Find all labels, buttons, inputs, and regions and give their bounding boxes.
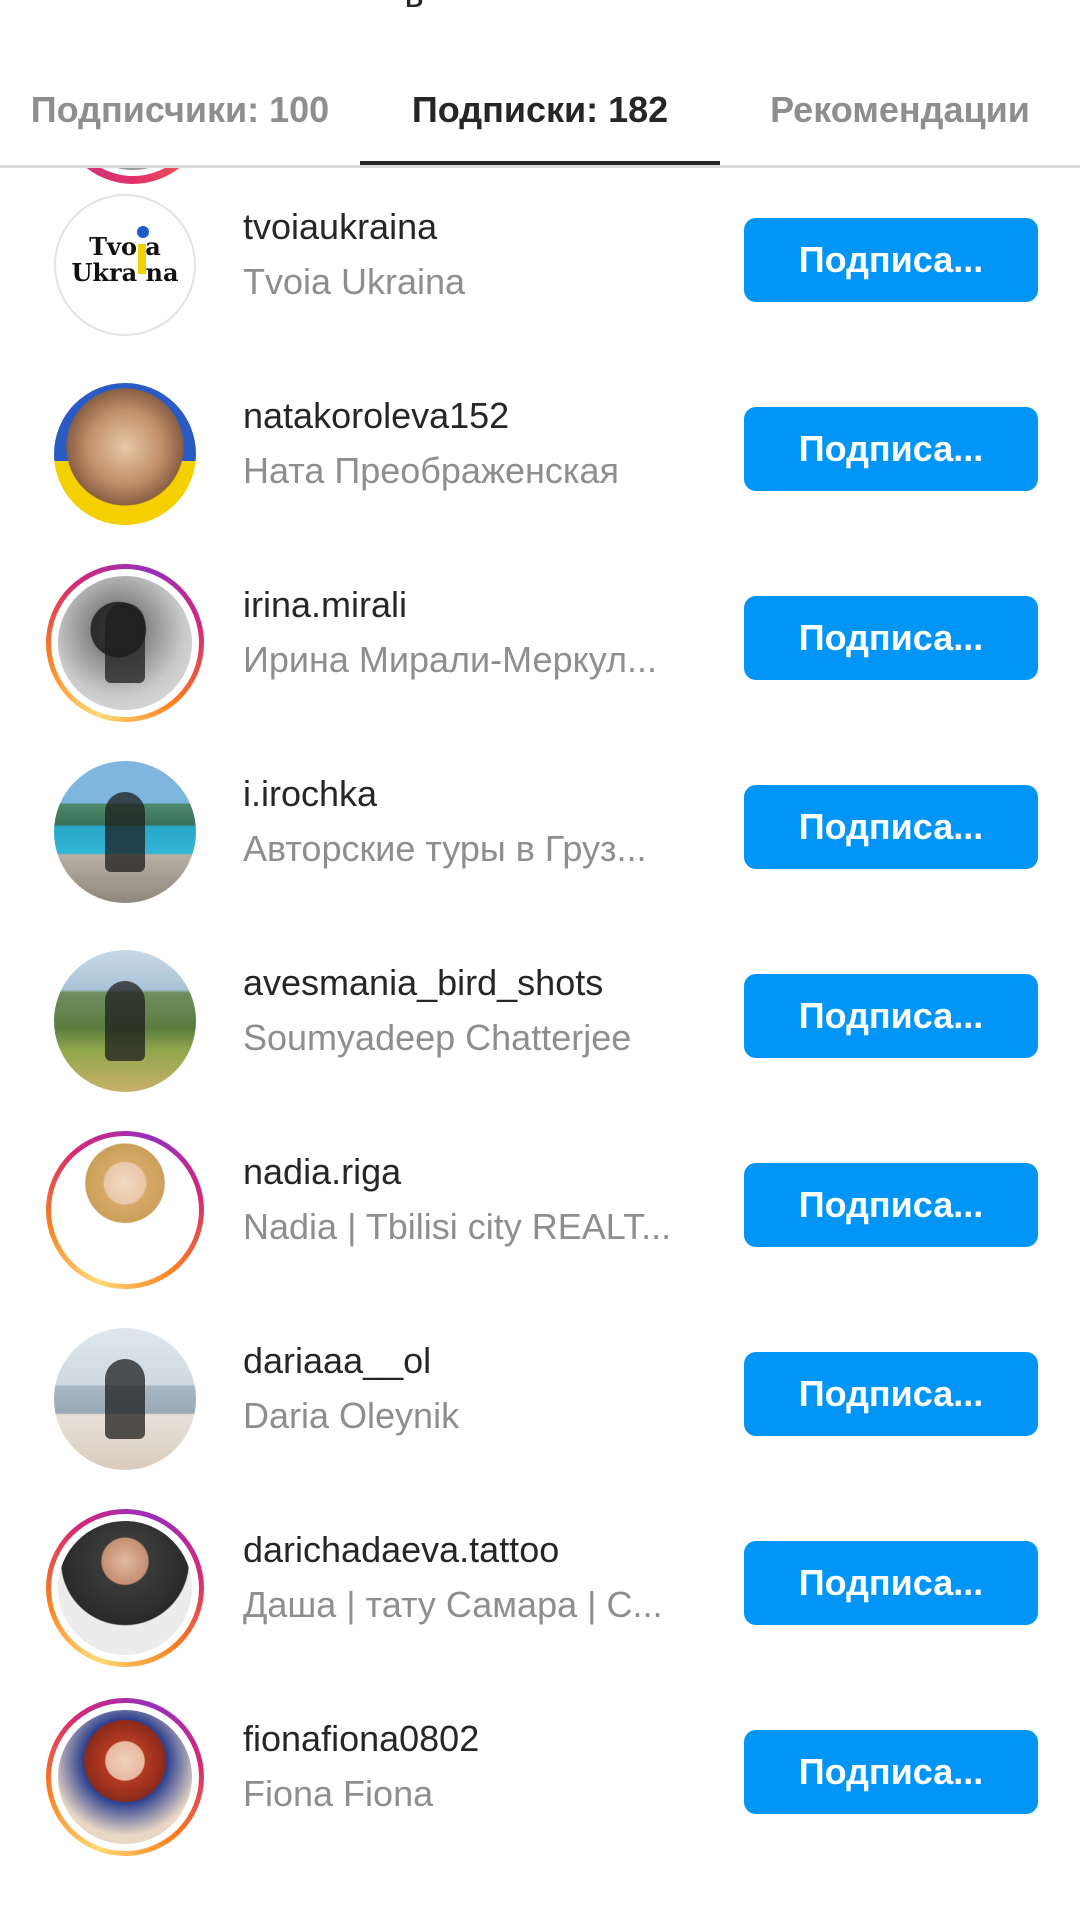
following-button[interactable]: Подписа... (744, 596, 1038, 680)
username[interactable]: tvoiaukraina (243, 206, 437, 248)
username[interactable]: dariaaa__ol (243, 1340, 431, 1382)
profile-picture (54, 761, 196, 903)
profile-picture (58, 1143, 192, 1277)
following-button[interactable]: Подписа... (744, 1352, 1038, 1436)
profile-picture (58, 576, 192, 710)
profile-picture (54, 383, 196, 525)
full-name: Даша | тату Самара | С... (243, 1584, 663, 1625)
avatar-story-ring[interactable] (46, 1509, 204, 1667)
full-name: Nadia | Tbilisi city REALT... (243, 1206, 672, 1247)
username[interactable]: irina.mirali (243, 584, 407, 626)
following-button[interactable]: Подписа... (744, 407, 1038, 491)
following-button[interactable]: Подписа... (744, 974, 1038, 1058)
tab-following[interactable]: Подписки: 182 (360, 56, 720, 164)
list-item[interactable]: dariaaa__ol Daria Oleynik Подписа... (0, 1302, 1080, 1491)
full-name: Авторские туры в Груз... (243, 828, 647, 869)
avatar[interactable] (46, 1320, 204, 1478)
list-item[interactable]: fionafiona0802 Fiona Fiona Подписа... (0, 1680, 1080, 1869)
username[interactable]: nadia.riga (243, 1151, 401, 1193)
following-button[interactable]: Подписа... (744, 785, 1038, 869)
list-item[interactable]: i.irochka Авторские туры в Груз... Подпи… (0, 735, 1080, 924)
full-name: Tvoia Ukraina (243, 261, 466, 302)
following-button[interactable]: Подписа... (744, 1541, 1038, 1625)
username[interactable]: darichadaeva.tattoo (243, 1529, 559, 1571)
following-button[interactable]: Подписа... (744, 1163, 1038, 1247)
profile-picture (58, 1521, 192, 1655)
username[interactable]: natakoroleva152 (243, 395, 509, 437)
full-name: Ната Преображенская (243, 450, 619, 491)
full-name: Daria Oleynik (243, 1395, 460, 1436)
following-button[interactable]: Подписа... (744, 1730, 1038, 1814)
full-name: Fiona Fiona (243, 1773, 434, 1814)
profile-picture (54, 950, 196, 1092)
full-name: Ирина Мирали-Меркул... (243, 639, 657, 680)
list-item[interactable]: natakoroleva152 Ната Преображенская Подп… (0, 357, 1080, 546)
profile-picture: Tvo a Ukra na (54, 194, 196, 336)
username[interactable]: i.irochka (243, 773, 377, 815)
cut-off-header: ъ (0, 0, 1080, 14)
tab-suggestions[interactable]: Рекомендации (720, 56, 1080, 164)
username[interactable]: fionafiona0802 (243, 1718, 479, 1760)
logo: Tvo a Ukra na (71, 232, 179, 287)
tab-bar: Подписчики: 100 Подписки: 182 Рекомендац… (0, 56, 1080, 168)
list-item[interactable]: darichadaeva.tattoo Даша | тату Самара |… (0, 1491, 1080, 1680)
username[interactable]: avesmania_bird_shots (243, 962, 603, 1004)
list-item[interactable]: Tvo a Ukra na tvoiaukraina Tvoia Ukraina … (0, 168, 1080, 357)
avatar-story-ring[interactable] (46, 1698, 204, 1856)
list-item[interactable]: irina.mirali Ирина Мирали-Меркул... Подп… (0, 546, 1080, 735)
avatar[interactable] (46, 753, 204, 911)
list-item[interactable]: avesmania_bird_shots Soumyadeep Chatterj… (0, 924, 1080, 1113)
full-name: Soumyadeep Chatterjee (243, 1017, 632, 1058)
avatar[interactable] (46, 942, 204, 1100)
avatar-story-ring[interactable] (46, 1131, 204, 1289)
list-item[interactable]: nadia.riga Nadia | Tbilisi city REALT...… (0, 1113, 1080, 1302)
tab-followers[interactable]: Подписчики: 100 (0, 56, 360, 164)
avatar[interactable] (46, 375, 204, 533)
profile-picture (58, 1710, 192, 1844)
following-button[interactable]: Подписа... (744, 218, 1038, 302)
following-list[interactable]: Tvo a Ukra na tvoiaukraina Tvoia Ukraina … (0, 168, 1080, 1918)
avatar-story-ring[interactable] (46, 564, 204, 722)
profile-picture (54, 1328, 196, 1470)
avatar[interactable]: Tvo a Ukra na (46, 186, 204, 344)
